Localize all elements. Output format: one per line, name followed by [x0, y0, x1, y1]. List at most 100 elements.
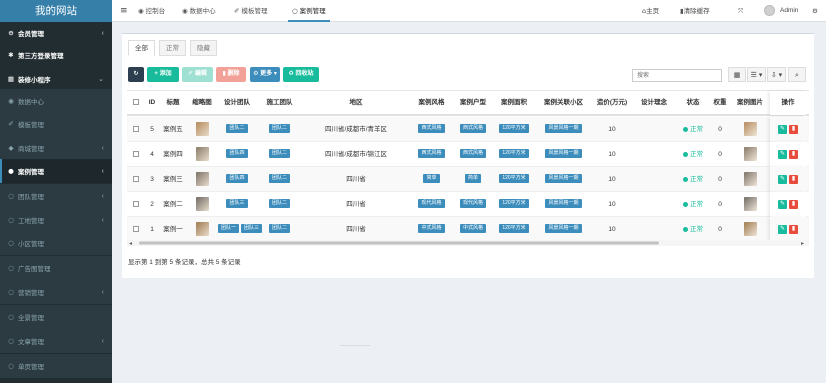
case-image[interactable]	[743, 172, 757, 187]
edit-icon[interactable]: ✎	[778, 199, 787, 209]
column-header[interactable]: 缩略图	[187, 91, 217, 115]
thumbnail-image[interactable]	[195, 122, 209, 137]
add-button[interactable]: + 添加	[147, 67, 179, 82]
row-checkbox-cell[interactable]	[127, 192, 145, 217]
sidebar-item-2[interactable]: ▦ 装修小程序 ⌄	[0, 67, 112, 91]
tab-all[interactable]: 全部	[128, 40, 155, 56]
thumbnail-image[interactable]	[195, 172, 209, 187]
table-row[interactable]: 4 案例四 团队四 团队二 四川省/成都市/锦江区 西式风格 西式风格 120平方米 风景风格一…	[127, 142, 809, 167]
column-header[interactable]: 设计理念	[632, 91, 676, 115]
cell-case-images[interactable]	[730, 217, 770, 242]
delete-button[interactable]: ▮ 删除	[216, 67, 246, 82]
search-input[interactable]	[632, 69, 722, 82]
delete-icon[interactable]: ▮	[789, 199, 798, 209]
search-toggle-icon[interactable]: ⌕	[788, 67, 806, 82]
cell-case-images[interactable]	[730, 142, 770, 167]
avatar[interactable]	[764, 5, 775, 16]
more-button[interactable]: ⚙ 更多 ▾	[250, 67, 280, 82]
row-checkbox[interactable]	[133, 201, 139, 208]
row-checkbox[interactable]	[133, 226, 139, 233]
cell-thumbnail[interactable]	[187, 117, 217, 142]
fullscreen-icon[interactable]: ⤧	[738, 0, 743, 22]
case-image[interactable]	[743, 122, 757, 137]
cell-case-images[interactable]	[730, 167, 770, 192]
column-header[interactable]: 状态	[676, 91, 710, 115]
grid-view-icon[interactable]: ▦	[728, 67, 746, 82]
tab-normal[interactable]: 正常	[159, 40, 186, 56]
row-checkbox-cell[interactable]	[127, 217, 145, 242]
horizontal-scrollbar[interactable]: ◂ ▸	[127, 240, 809, 246]
edit-icon[interactable]: ✎	[778, 124, 787, 134]
sidebar-item-1[interactable]: ✱ 第三方登录管理	[0, 43, 112, 67]
sidebar-item-6[interactable]: ● 案例管理 ‹	[0, 159, 112, 183]
cell-thumbnail[interactable]	[187, 192, 217, 217]
row-checkbox[interactable]	[133, 126, 139, 133]
column-header[interactable]: 案例图片	[730, 91, 770, 115]
column-header[interactable]: 案例户型	[453, 91, 493, 115]
tab-hidden[interactable]: 隐藏	[190, 40, 217, 56]
edit-icon[interactable]: ✎	[778, 174, 787, 184]
row-checkbox[interactable]	[133, 151, 139, 158]
site-brand[interactable]: 我的网站	[0, 0, 112, 22]
scrollbar-thumb[interactable]	[139, 241, 659, 245]
recycle-bin-button[interactable]: ♻ 回收站	[283, 67, 319, 82]
column-header[interactable]: 案例风格	[410, 91, 453, 115]
scroll-left-icon[interactable]: ◂	[129, 240, 132, 246]
nav-tab-data-center[interactable]: ◉ 数据中心	[178, 0, 220, 22]
cell-thumbnail[interactable]	[187, 217, 217, 242]
cell-thumbnail[interactable]	[187, 142, 217, 167]
menu-toggle-icon[interactable]: ≡	[120, 0, 128, 22]
refresh-button[interactable]: ↻	[128, 67, 144, 82]
delete-icon[interactable]: ▮	[789, 149, 798, 159]
row-checkbox-cell[interactable]	[127, 142, 145, 167]
export-button[interactable]: ⇩ ▾	[767, 67, 786, 82]
sidebar-item-13[interactable]: ○ 文章管理 ‹	[0, 329, 112, 353]
nav-tab-console[interactable]: ◉ 控制台	[134, 0, 169, 22]
column-header[interactable]: 地区	[302, 91, 410, 115]
thumbnail-image[interactable]	[195, 222, 209, 237]
column-header[interactable]: 标题	[159, 91, 187, 115]
row-checkbox-cell[interactable]	[127, 117, 145, 142]
delete-icon[interactable]: ▮	[789, 174, 798, 184]
table-row[interactable]: 1 案例一 团队一 团队三 团队二 四川省 中式风格 中式风格 120平方米 风景风格一期 10 正常…	[127, 217, 809, 242]
column-header[interactable]: 施工团队	[257, 91, 302, 115]
column-header[interactable]: 案例面积	[493, 91, 535, 115]
sidebar-item-5[interactable]: ◆ 商城管理 ‹	[0, 136, 112, 160]
column-header[interactable]: 权重	[710, 91, 730, 115]
column-header[interactable]: 操作	[770, 91, 806, 115]
cell-case-images[interactable]	[730, 117, 770, 142]
edit-button[interactable]: ✐ 编辑	[182, 67, 213, 82]
edit-icon[interactable]: ✎	[778, 149, 787, 159]
sidebar-item-4[interactable]: ✐ 模板管理	[0, 112, 112, 136]
delete-icon[interactable]: ▮	[789, 124, 798, 134]
case-image[interactable]	[743, 222, 757, 237]
column-header[interactable]: ID	[145, 91, 159, 115]
sidebar-item-3[interactable]: ◉ 数据中心	[0, 89, 112, 113]
header-checkbox[interactable]	[127, 91, 145, 115]
thumbnail-image[interactable]	[195, 147, 209, 162]
sidebar-item-10[interactable]: ○ 广告图管理	[0, 256, 112, 280]
cell-thumbnail[interactable]	[187, 167, 217, 192]
columns-toggle-button[interactable]: ☰ ▾	[747, 67, 766, 82]
sidebar-item-14[interactable]: ○ 单页管理	[0, 354, 112, 378]
sidebar-item-11[interactable]: ○ 营销管理 ‹	[0, 280, 112, 304]
user-name[interactable]: Admin	[780, 0, 798, 22]
nav-tab-template[interactable]: ✐ 模板管理	[230, 0, 271, 22]
sidebar-item-8[interactable]: ○ 工地管理 ‹	[0, 208, 112, 232]
sidebar-item-0[interactable]: ⊖ 会员管理 ‹	[0, 21, 112, 45]
sidebar-item-12[interactable]: ○ 全景管理	[0, 305, 112, 329]
edit-icon[interactable]: ✎	[778, 224, 787, 234]
scroll-right-icon[interactable]: ▸	[801, 240, 804, 246]
sidebar-item-9[interactable]: ○ 小区管理	[0, 231, 112, 255]
gear-icon[interactable]: ⚙	[812, 0, 818, 22]
sidebar-item-7[interactable]: ○ 团队管理 ‹	[0, 184, 112, 208]
row-checkbox[interactable]	[133, 176, 139, 183]
column-header[interactable]: 案例关联小区	[535, 91, 592, 115]
table-row[interactable]: 2 案例二 团队三 团队二 四川省 现代风格 现代风格 120平方米 风景风格一期 10 正常 0 ✎ ▮	[127, 192, 809, 217]
thumbnail-image[interactable]	[195, 197, 209, 212]
home-link[interactable]: ⌂主页	[642, 0, 659, 22]
case-image[interactable]	[743, 197, 757, 212]
row-checkbox-cell[interactable]	[127, 167, 145, 192]
select-all-checkbox[interactable]	[133, 99, 139, 106]
column-header[interactable]: 造价(万元)	[592, 91, 632, 115]
